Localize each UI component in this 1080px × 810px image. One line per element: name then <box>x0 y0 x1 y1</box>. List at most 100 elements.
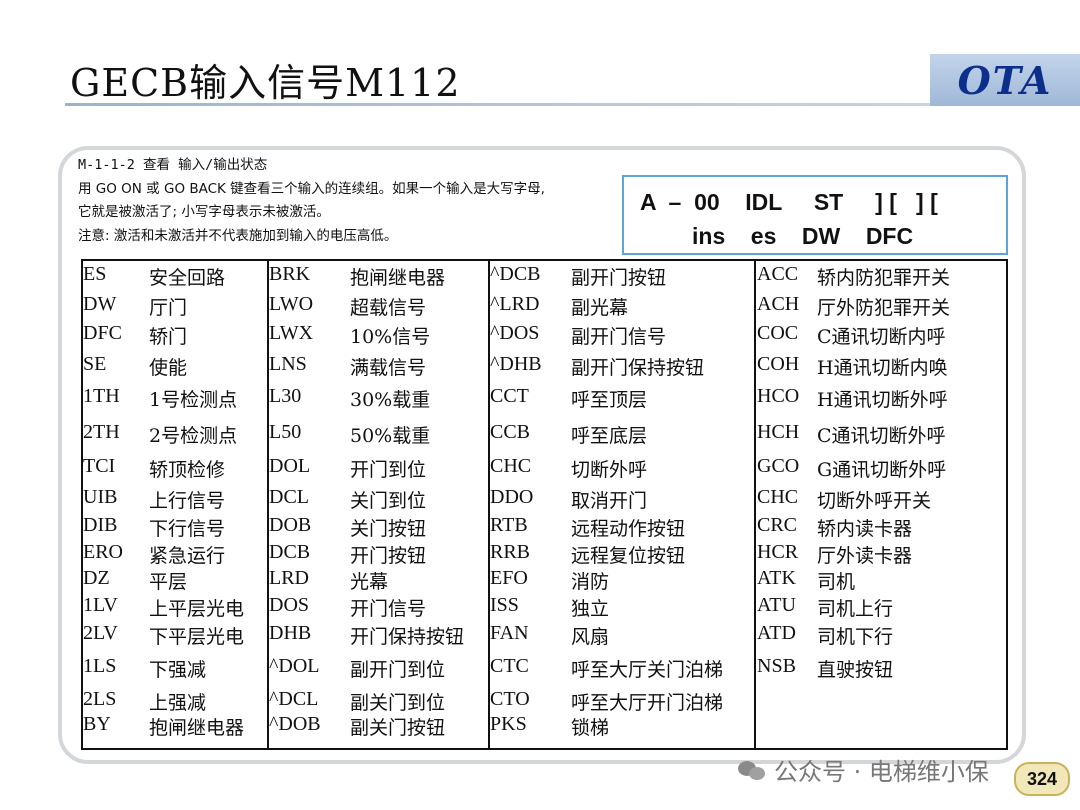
signal-description: H通讯切断外呼 <box>817 389 948 411</box>
signal-description: 关门按钮 <box>350 518 427 540</box>
signal-code: ^LRD <box>490 293 540 315</box>
signal-description: 安全回路 <box>149 267 226 289</box>
signal-description: 副关门按钮 <box>350 717 446 739</box>
signal-code: 1LS <box>83 655 117 677</box>
intro-line-2: 用 GO ON 或 GO BACK 键查看三个输入的连续组。如果一个输入是大写字… <box>78 181 545 197</box>
signal-description: H通讯切断内唤 <box>817 357 948 379</box>
title-divider <box>65 103 1075 106</box>
signal-code: HCH <box>757 421 800 443</box>
signal-code: SE <box>83 353 107 375</box>
lcd-row-2: ins es DW DFC <box>692 223 914 249</box>
signal-code: 2TH <box>83 421 120 443</box>
signal-description: 下行信号 <box>149 518 226 540</box>
signal-description: 司机 <box>817 571 856 593</box>
signal-code: BY <box>83 713 111 735</box>
signal-code: DIB <box>83 514 118 536</box>
intro-line-3: 它就是被激活了; 小写字母表示未被激活。 <box>78 204 330 220</box>
signal-description: 满载信号 <box>350 357 427 379</box>
signal-code: ERO <box>83 541 123 563</box>
signal-description: 取消开门 <box>571 490 648 512</box>
signal-description: 切断外呼 <box>571 459 648 481</box>
signal-code: COC <box>757 322 799 344</box>
signal-description: 副光幕 <box>571 297 629 319</box>
watermark-text: 公众号 · 电梯维小保 <box>774 758 989 786</box>
signal-description: 下强减 <box>149 659 207 681</box>
signal-description: 呼至顶层 <box>571 389 648 411</box>
signal-code: ^DOB <box>269 713 321 735</box>
signal-description: 开门按钮 <box>350 545 427 567</box>
signal-description: 平层 <box>149 571 188 593</box>
signal-description: 10%信号 <box>350 326 431 348</box>
signal-code: GCO <box>757 455 800 477</box>
signal-code: RRB <box>490 541 531 563</box>
signal-code: ATU <box>757 594 796 616</box>
watermark: 公众号 · 电梯维小保 <box>738 752 989 787</box>
logo-text: OTA <box>957 57 1053 103</box>
signal-description: 上强减 <box>149 692 207 714</box>
signal-code: ^DCB <box>490 263 541 285</box>
signal-description: 锁梯 <box>571 717 610 739</box>
signal-code: DZ <box>83 567 110 589</box>
signal-description: G通讯切断外呼 <box>817 459 947 481</box>
signal-code: LWX <box>269 322 314 344</box>
signal-description: 远程复位按钮 <box>571 545 686 567</box>
signal-code: 2LS <box>83 688 117 710</box>
signal-description: 副开门信号 <box>571 326 667 348</box>
wechat-icon <box>738 758 768 782</box>
signal-code: ^DOS <box>490 322 540 344</box>
signal-code: ATK <box>757 567 796 589</box>
signal-description: 紧急运行 <box>149 545 226 567</box>
signal-code: DCL <box>269 486 309 508</box>
signal-code: ACC <box>757 263 799 285</box>
signal-code: CCT <box>490 385 529 407</box>
signal-code: ^DOL <box>269 655 320 677</box>
signal-description: 消防 <box>571 571 610 593</box>
signal-description: 厅外读卡器 <box>817 545 913 567</box>
signal-description: C通讯切断外呼 <box>817 425 946 447</box>
signal-description: 呼至大厅开门泊梯 <box>571 692 724 714</box>
intro-note: 注意: 激活和未激活并不代表施加到输入的电压高低。 <box>78 228 398 244</box>
signal-code: DOL <box>269 455 311 477</box>
signal-code: 1LV <box>83 594 118 616</box>
signal-description: 30%载重 <box>350 389 431 411</box>
signal-description: 2号检测点 <box>149 425 238 447</box>
signal-description: 1号检测点 <box>149 389 238 411</box>
signal-code: BRK <box>269 263 311 285</box>
signal-code: L30 <box>269 385 302 407</box>
signal-code: ^DCL <box>269 688 319 710</box>
signal-code: DCB <box>269 541 311 563</box>
signal-code: DFC <box>83 322 122 344</box>
page-number: 324 <box>1014 762 1070 796</box>
lcd-row-1: A – 00 IDL ST ] [ ] [ <box>640 189 938 215</box>
signal-description: 开门信号 <box>350 598 427 620</box>
signal-description: 厅外防犯罪开关 <box>817 297 951 319</box>
signal-code: DOS <box>269 594 310 616</box>
signal-code: 2LV <box>83 622 118 644</box>
signal-description: 轿内读卡器 <box>817 518 913 540</box>
signal-description: 下平层光电 <box>149 626 245 648</box>
signal-code: LWO <box>269 293 314 315</box>
intro-menu-path: M-1-1-2 查看 输入/输出状态 <box>78 157 268 173</box>
signal-description: 抱闸继电器 <box>350 267 446 289</box>
signal-description: 呼至底层 <box>571 425 648 447</box>
signal-description: 轿门 <box>149 326 188 348</box>
signal-code: CCB <box>490 421 531 443</box>
signal-description: 轿内防犯罪开关 <box>817 267 951 289</box>
signal-code: CHC <box>490 455 532 477</box>
signal-code: LNS <box>269 353 307 375</box>
signal-code: CTO <box>490 688 530 710</box>
signal-description: 开门到位 <box>350 459 427 481</box>
signal-description: 光幕 <box>350 571 389 593</box>
signal-code: DHB <box>269 622 312 644</box>
lcd-display: A – 00 IDL ST ] [ ] [ ins es DW DFC <box>622 175 1008 255</box>
signal-code: CTC <box>490 655 529 677</box>
signal-description: 风扇 <box>571 626 610 648</box>
signal-code: DW <box>83 293 117 315</box>
signal-code: TCI <box>83 455 116 477</box>
signal-code: CRC <box>757 514 798 536</box>
signal-description: 副开门保持按钮 <box>571 357 705 379</box>
signal-description: 远程动作按钮 <box>571 518 686 540</box>
signal-description: 关门到位 <box>350 490 427 512</box>
signal-description: 司机下行 <box>817 626 894 648</box>
signal-description: 轿顶检修 <box>149 459 226 481</box>
